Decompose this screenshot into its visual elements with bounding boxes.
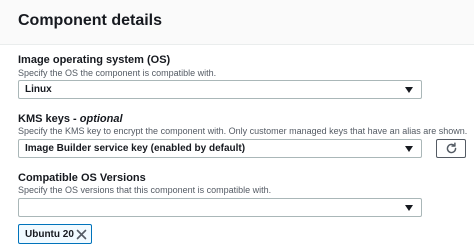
kms-field-label-text: KMS keys - (18, 113, 80, 125)
os-version-token: Ubuntu 20 (18, 224, 92, 244)
caret-down-icon (405, 205, 413, 211)
os-versions-field-description: Specify the OS versions that this compon… (18, 185, 272, 195)
os-versions-multiselect[interactable] (18, 198, 422, 217)
kms-field-label-optional: optional (79, 113, 123, 125)
kms-select-value: Image Builder service key (enabled by de… (25, 143, 246, 154)
os-field-label: Image operating system (OS) (18, 54, 171, 66)
os-field-description: Specify the OS the component is compatib… (18, 68, 217, 78)
kms-field-label: KMS keys - optional (18, 113, 123, 125)
os-version-token-label: Ubuntu 20 (25, 229, 74, 240)
refresh-icon (446, 142, 457, 154)
kms-key-select[interactable]: Image Builder service key (enabled by de… (18, 139, 422, 158)
kms-field-description: Specify the KMS key to encrypt the compo… (18, 126, 468, 136)
os-versions-field-label: Compatible OS Versions (18, 172, 146, 184)
component-details-panel: Component details Image operating system… (0, 0, 474, 248)
caret-down-icon (405, 87, 413, 93)
os-select-value: Linux (25, 84, 52, 95)
panel-title: Component details (18, 12, 163, 29)
refresh-kms-keys-button[interactable] (436, 139, 466, 158)
os-select[interactable]: Linux (18, 80, 422, 99)
panel-header: Component details (0, 0, 474, 45)
caret-down-icon (405, 146, 413, 152)
close-icon[interactable] (75, 228, 88, 241)
